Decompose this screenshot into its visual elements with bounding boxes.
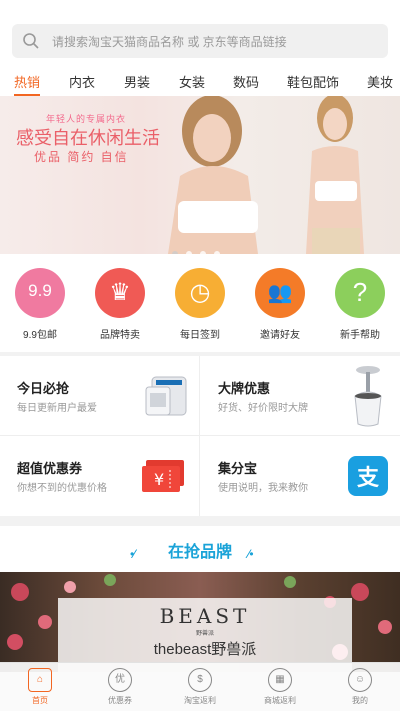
- tab-womenswear[interactable]: 女装: [179, 72, 205, 91]
- tab-home[interactable]: ⌂ 首页: [0, 668, 80, 706]
- bottom-tab-bar: ⌂ 首页 优 优惠券 $ 淘宝返利 ▦ 商城返利 ☺ 我的: [0, 662, 400, 711]
- banner-subline: 优品 简约 自信: [34, 150, 129, 164]
- decor-slashes-icon: ⁄⁄ •: [248, 547, 253, 561]
- speaker-icon: [354, 366, 382, 427]
- promo-jifenbao[interactable]: 集分宝 使用说明，我来教你 支: [201, 436, 400, 515]
- clock-icon: ◷: [175, 268, 225, 318]
- brand-section-header: • ⁄⁄ 在抢品牌 ⁄⁄ •: [0, 526, 400, 572]
- air-purifier-icon: [145, 376, 187, 416]
- svg-text:支: 支: [357, 466, 380, 491]
- tab-shoes-bags[interactable]: 鞋包配饰: [287, 72, 339, 91]
- people-icon: 👥: [255, 268, 305, 318]
- quick-link-9-9[interactable]: 9.9 9.9包邮: [0, 268, 80, 341]
- question-icon: ?: [335, 268, 385, 318]
- promo-subtitle: 每日更新用户最爱: [17, 403, 97, 414]
- quick-link-label: 邀请好友: [260, 330, 300, 341]
- quick-link-help[interactable]: ? 新手帮助: [320, 268, 400, 341]
- hero-banner[interactable]: 年轻人的专属内衣 感受自在休闲生活 优品 简约 自信: [0, 96, 400, 254]
- alipay-icon: 支: [348, 456, 388, 496]
- user-icon: ☺: [348, 668, 372, 692]
- promo-subtitle: 你想不到的优惠价格: [17, 483, 107, 494]
- promo-title: 超值优惠券: [17, 461, 83, 476]
- svg-text:¥: ¥: [154, 470, 164, 489]
- tab-digital[interactable]: 数码: [233, 72, 259, 91]
- tab-mine[interactable]: ☺ 我的: [320, 668, 400, 706]
- tab-underwear[interactable]: 内衣: [69, 72, 95, 91]
- promo-today-deals[interactable]: 今日必抢 每日更新用户最爱: [0, 356, 199, 435]
- tab-coupons[interactable]: 优 优惠券: [80, 668, 160, 706]
- brand-card-thebeast[interactable]: BEAST 野兽派 thebeast野兽派: [0, 572, 400, 672]
- promo-grid: 今日必抢 每日更新用户最爱 大牌优惠 好货、好价限时大牌 超值优惠券 你想不到的…: [0, 356, 400, 516]
- coupon-icon: ¥: [142, 460, 184, 492]
- category-tabs: 热销 内衣 男装 女装 数码 鞋包配饰 美妆: [0, 66, 400, 96]
- tab-beauty[interactable]: 美妆: [367, 72, 393, 91]
- brand-section-title: 在抢品牌: [167, 544, 232, 561]
- search-icon: [23, 33, 39, 49]
- tab-hot[interactable]: 热销: [14, 72, 40, 91]
- promo-brand-deals[interactable]: 大牌优惠 好货、好价限时大牌: [201, 356, 400, 435]
- tab-label: 淘宝返利: [184, 696, 216, 705]
- search-input[interactable]: 请搜索淘宝天猫商品名称 或 京东等商品链接: [12, 24, 388, 58]
- promo-title: 今日必抢: [17, 381, 70, 396]
- tab-label: 我的: [352, 696, 368, 705]
- tab-label: 优惠券: [108, 696, 132, 705]
- coupon-tab-icon: 优: [108, 668, 132, 692]
- promo-subtitle: 使用说明，我来教你: [218, 483, 308, 494]
- banner-pagination: [172, 244, 232, 257]
- banner-headline: 感受自在休闲生活: [16, 128, 160, 148]
- rebate-icon: $: [188, 668, 212, 692]
- brand-name: thebeast野兽派: [153, 641, 257, 658]
- quick-link-label: 品牌特卖: [100, 330, 140, 341]
- home-icon: ⌂: [28, 668, 52, 692]
- quick-link-label: 每日签到: [180, 330, 220, 341]
- quick-link-invite-friends[interactable]: 👥 邀请好友: [240, 268, 320, 341]
- mall-icon: ▦: [268, 668, 292, 692]
- search-bar: 请搜索淘宝天猫商品名称 或 京东等商品链接: [0, 0, 400, 66]
- banner-model-image: [168, 96, 364, 254]
- tab-taobao-rebate[interactable]: $ 淘宝返利: [160, 668, 240, 706]
- brand-logo: BEAST: [159, 604, 251, 628]
- promo-title: 集分宝: [218, 461, 258, 476]
- promo-subtitle: 好货、好价限时大牌: [218, 403, 308, 414]
- brand-card-panel: BEAST 野兽派 thebeast野兽派: [58, 598, 352, 672]
- quick-link-brand-sale[interactable]: ♛ 品牌特卖: [80, 268, 160, 341]
- crown-icon: ♛: [95, 268, 145, 318]
- tab-menswear[interactable]: 男装: [124, 72, 150, 91]
- quick-link-daily-checkin[interactable]: ◷ 每日签到: [160, 268, 240, 341]
- promo-divider: [0, 435, 400, 436]
- promo-divider: [199, 356, 200, 516]
- tab-mall-rebate[interactable]: ▦ 商城返利: [240, 668, 320, 706]
- tab-label: 商城返利: [264, 696, 296, 705]
- brand-logo-sub: 野兽派: [195, 631, 214, 637]
- search-placeholder: 请搜索淘宝天猫商品名称 或 京东等商品链接: [52, 35, 287, 49]
- quick-link-label: 9.9包邮: [23, 330, 57, 341]
- promo-coupons[interactable]: 超值优惠券 你想不到的优惠价格 ¥: [0, 436, 199, 515]
- quick-links: 9.9 9.9包邮 ♛ 品牌特卖 ◷ 每日签到 👥 邀请好友 ? 新手帮助: [0, 254, 400, 352]
- price-tag-icon: 9.9: [15, 268, 65, 318]
- quick-link-label: 新手帮助: [340, 330, 380, 341]
- promo-title: 大牌优惠: [218, 381, 271, 396]
- tab-label: 首页: [32, 696, 48, 705]
